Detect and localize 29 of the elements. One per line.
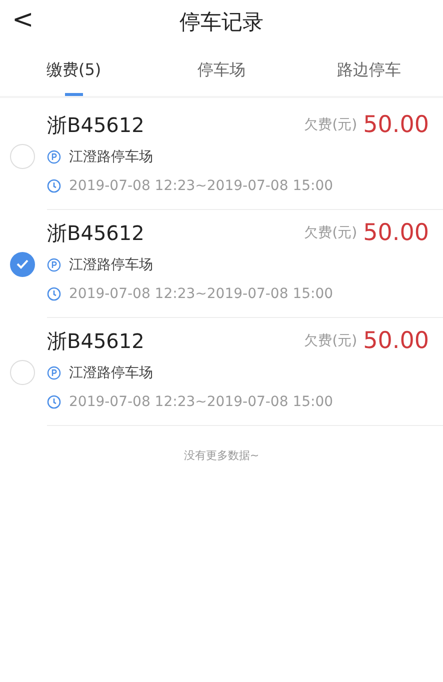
parking-icon — [47, 150, 61, 164]
parking-time: 2019-07-08 12:23~2019-07-08 15:00 — [69, 176, 334, 196]
clock-icon — [47, 179, 61, 193]
back-button[interactable]: < — [6, 4, 40, 36]
parking-time: 2019-07-08 12:23~2019-07-08 15:00 — [69, 284, 334, 304]
fee-label: 欠费(元) — [304, 332, 358, 351]
clock-icon — [47, 395, 61, 409]
fee-label: 欠费(元) — [304, 224, 358, 243]
plate-number: 浙B45612 — [47, 220, 144, 248]
check-icon — [16, 259, 29, 269]
parking-lot-name: 江澄路停车场 — [69, 256, 153, 274]
parking-icon — [47, 366, 61, 380]
amount: 50.00 — [363, 219, 429, 248]
parking-lot-name: 江澄路停车场 — [69, 148, 153, 166]
plate-number: 浙B45612 — [47, 112, 144, 140]
plate-number: 浙B45612 — [47, 328, 144, 356]
amount: 50.00 — [363, 327, 429, 356]
parking-time: 2019-07-08 12:23~2019-07-08 15:00 — [69, 392, 334, 412]
select-checkbox[interactable] — [10, 252, 35, 276]
parking-lot-name: 江澄路停车场 — [69, 364, 153, 382]
no-more-data-text: 没有更多数据~ — [184, 449, 260, 462]
page-title: 停车记录 — [180, 9, 264, 36]
tab[interactable]: 停车场 — [148, 44, 296, 96]
parking-icon — [47, 258, 61, 272]
amount: 50.00 — [363, 111, 429, 140]
fee-label: 欠费(元) — [304, 116, 358, 135]
clock-icon — [47, 287, 61, 301]
tab[interactable]: 缴费(5) — [0, 44, 148, 96]
tab[interactable]: 路边停车 — [295, 44, 443, 96]
